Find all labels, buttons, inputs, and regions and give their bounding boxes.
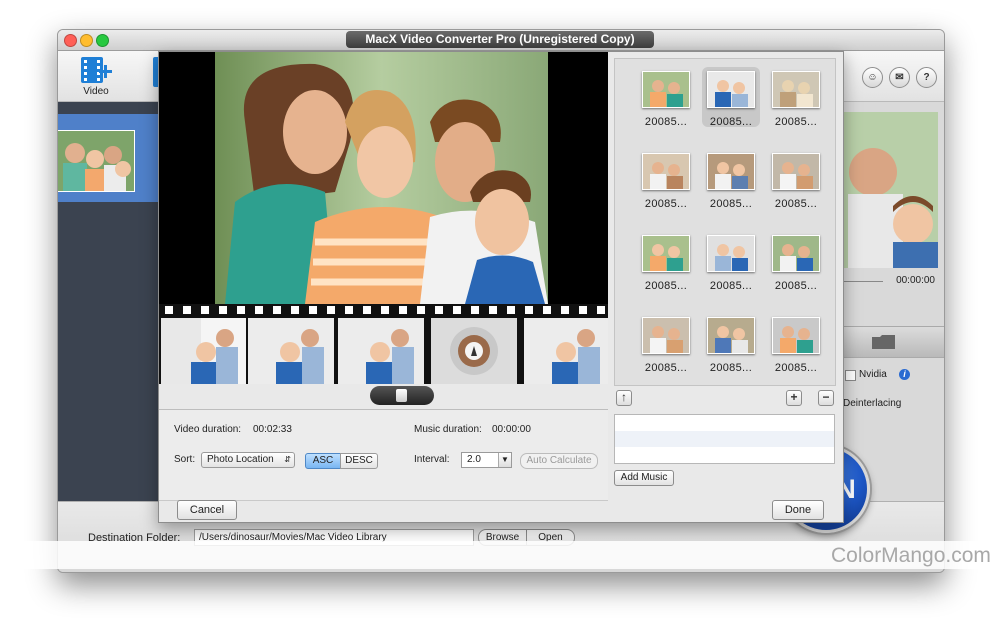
gallery-item[interactable]: 20085... [702, 231, 760, 292]
sort-dropdown[interactable]: Photo Location ⇵ [201, 452, 295, 468]
title-bar: MacX Video Converter Pro (Unregistered C… [58, 30, 944, 51]
gallery-thumbnail [707, 317, 755, 354]
gallery-item-caption: 20085... [644, 116, 688, 128]
preview-photo [215, 52, 548, 304]
filmstrip-frame[interactable] [522, 318, 608, 384]
video-button-label: Video [83, 86, 109, 97]
filmstrip-frame[interactable] [336, 318, 424, 384]
gallery-thumbnail [642, 153, 690, 190]
gallery-thumbnail [642, 317, 690, 354]
gallery-thumbnail [707, 153, 755, 190]
gallery-item-caption: 20085... [774, 198, 818, 210]
sort-desc-button[interactable]: DESC [340, 453, 378, 469]
info-icon[interactable]: i [899, 369, 910, 380]
music-duration-value: 00:00:00 [492, 424, 531, 435]
gallery-item[interactable]: 20085... [702, 313, 760, 374]
gallery-item[interactable]: 20085... [702, 67, 760, 128]
gallery-item[interactable]: 20085... [702, 149, 760, 210]
gallery-item[interactable]: 20085... [767, 67, 825, 128]
gallery-item-caption: 20085... [774, 362, 818, 374]
sort-asc-button[interactable]: ASC [305, 453, 341, 469]
close-window-button[interactable] [64, 34, 77, 47]
gallery-item-caption: 20085... [644, 280, 688, 292]
music-list-row [615, 431, 834, 447]
chevron-down-icon[interactable]: ▼ [498, 453, 511, 467]
filmstrip-frame[interactable] [159, 318, 247, 384]
music-duration-label: Music duration: [414, 424, 482, 435]
gallery-item-caption: 20085... [709, 280, 753, 292]
photo-slideshow-dialog: Video duration: 00:02:33 Music duration:… [158, 51, 844, 523]
output-tabs [843, 326, 944, 358]
updown-arrow-icon: ⇵ [284, 455, 291, 464]
gallery-thumbnail [772, 235, 820, 272]
gallery-toolbar: ↑ + − [614, 388, 835, 408]
gallery-item[interactable]: 20085... [637, 149, 695, 210]
sort-dropdown-value: Photo Location [207, 454, 274, 465]
gallery-thumbnail [707, 71, 755, 108]
file-thumbnail [58, 130, 135, 192]
remove-photo-button[interactable]: − [818, 390, 834, 406]
file-list-item[interactable] [58, 114, 161, 202]
filmstrip-scroll-slider[interactable] [370, 386, 434, 405]
interval-combobox[interactable]: 2.0 ▼ [461, 452, 512, 468]
film-add-icon [81, 57, 112, 83]
add-video-button[interactable]: Video [76, 55, 116, 99]
sort-label: Sort: [174, 454, 196, 465]
photo-preview [159, 52, 608, 304]
gallery-item[interactable]: 20085... [637, 231, 695, 292]
watermark-text: ColorMango.com [831, 544, 991, 567]
gallery-item-caption: 20085... [709, 362, 753, 374]
nvidia-checkbox[interactable] [845, 370, 856, 381]
zoom-window-button[interactable] [96, 34, 109, 47]
gallery-thumbnail [642, 235, 690, 272]
filmstrip[interactable] [159, 304, 608, 384]
minimize-window-button[interactable] [80, 34, 93, 47]
gallery-item[interactable]: 20085... [767, 313, 825, 374]
gallery-item-caption: 20085... [774, 116, 818, 128]
gallery-item[interactable]: 20085... [767, 149, 825, 210]
right-panel: 00:00:00 Nvidia i Deinterlacing [843, 102, 944, 501]
nvidia-label: Nvidia [859, 369, 887, 380]
gallery-thumbnail [642, 71, 690, 108]
filmstrip-frame[interactable] [429, 318, 517, 384]
help-icon[interactable]: ? [916, 67, 937, 88]
gallery-item-caption: 20085... [644, 362, 688, 374]
video-duration-label: Video duration: [174, 424, 242, 435]
preview-window [843, 112, 938, 268]
mail-icon[interactable]: ✉ [889, 67, 910, 88]
interval-value: 2.0 [467, 454, 481, 465]
photo-gallery: 20085... 20085... 20085... 20085... 20085...… [614, 58, 836, 386]
gallery-thumbnail [772, 317, 820, 354]
auto-calculate-button[interactable]: Auto Calculate [520, 453, 598, 469]
gallery-thumbnail [772, 153, 820, 190]
music-list[interactable] [614, 414, 835, 464]
gallery-thumbnail [707, 235, 755, 272]
slideshow-settings: Video duration: 00:02:33 Music duration:… [159, 409, 608, 501]
folder-icon[interactable] [871, 333, 897, 351]
window-title: MacX Video Converter Pro (Unregistered C… [346, 31, 654, 48]
filmstrip-frame[interactable] [246, 318, 334, 384]
interval-label: Interval: [414, 454, 450, 465]
gallery-item-caption: 20085... [709, 116, 753, 128]
user-icon[interactable]: ☺ [862, 67, 883, 88]
playback-time: 00:00:00 [896, 275, 935, 286]
file-list [58, 102, 161, 501]
gallery-item-caption: 20085... [644, 198, 688, 210]
add-music-button[interactable]: Add Music [614, 470, 674, 486]
up-arrow-icon[interactable]: ↑ [616, 390, 632, 406]
done-button[interactable]: Done [772, 500, 824, 520]
gallery-item-caption: 20085... [709, 198, 753, 210]
gallery-item[interactable]: 20085... [767, 231, 825, 292]
deinterlacing-label: Deinterlacing [843, 398, 902, 409]
video-duration-value: 00:02:33 [253, 424, 292, 435]
gallery-item[interactable]: 20085... [637, 67, 695, 128]
add-photo-button[interactable]: + [786, 390, 802, 406]
cancel-button[interactable]: Cancel [177, 500, 237, 520]
gallery-thumbnail [772, 71, 820, 108]
filmstrip-sprockets [159, 304, 608, 316]
slider-knob[interactable] [396, 389, 407, 402]
gallery-item-caption: 20085... [774, 280, 818, 292]
gallery-item[interactable]: 20085... [637, 313, 695, 374]
